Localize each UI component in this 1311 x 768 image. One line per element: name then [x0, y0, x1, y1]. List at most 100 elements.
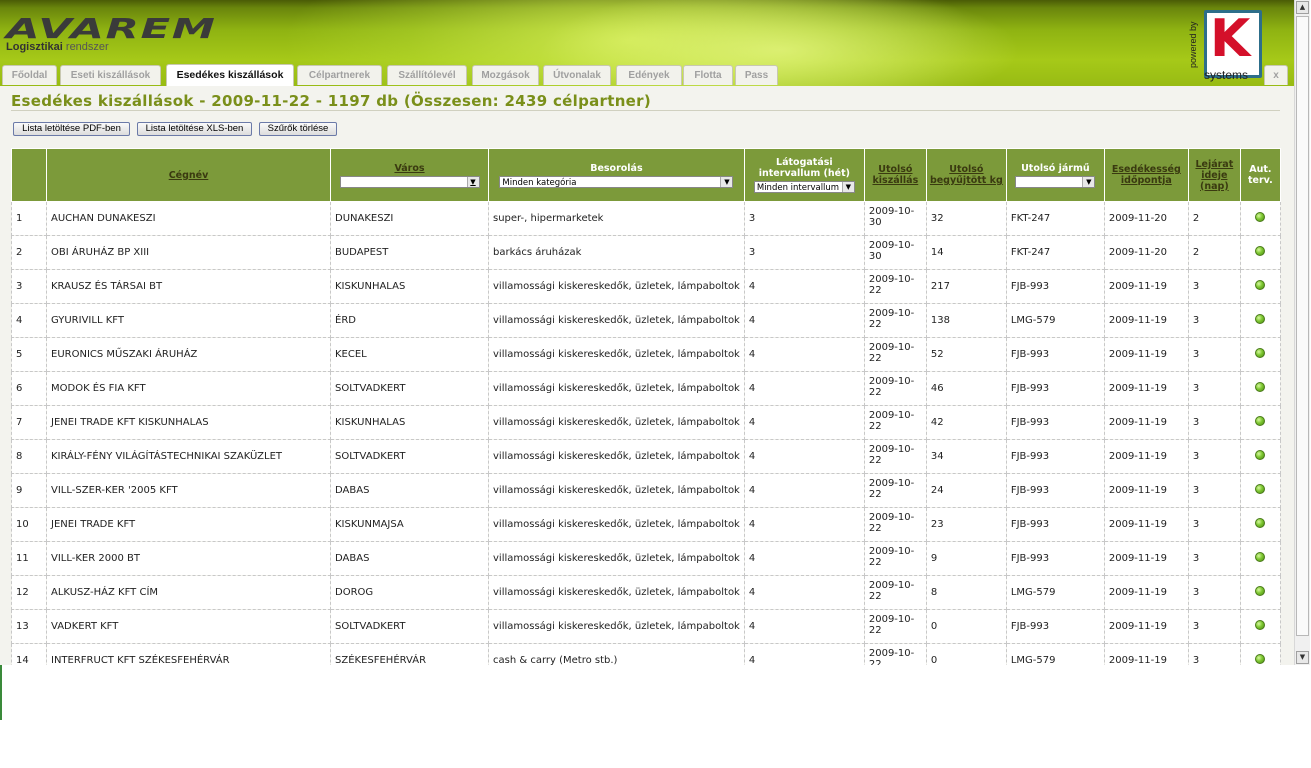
tab-2[interactable]: Esedékes kiszállások	[166, 64, 294, 86]
tab-1[interactable]: Eseti kiszállások	[60, 65, 161, 85]
table-row[interactable]: 10 JENEI TRADE KFT KISKUNMAJSA villamossági…	[11, 507, 1281, 542]
category-cell: villamossági kiskereskedők, üzletek, lám…	[488, 303, 745, 338]
scrollbar-thumb[interactable]	[1296, 16, 1309, 636]
city-filter-select[interactable]: ▼	[339, 175, 480, 188]
row-number-cell: 6	[11, 371, 47, 406]
table-row[interactable]: 5 EURONICS MŰSZAKI ÁRUHÁZ KECEL villamosság…	[11, 337, 1281, 372]
last-visit-date-cell: 2009-10-22	[863, 303, 927, 338]
status-dot-icon[interactable]	[1255, 518, 1266, 528]
due-date-cell: 2009-11-19	[1103, 303, 1189, 338]
status-dot-icon[interactable]	[1255, 450, 1266, 460]
category-filter-select[interactable]: Minden kategória ▼	[499, 175, 734, 188]
status-dot-icon[interactable]	[1255, 484, 1266, 494]
scroll-down-icon[interactable]: ▼	[1296, 651, 1309, 664]
col-header-name[interactable]: Cégnév	[46, 148, 331, 202]
clear-filters-button[interactable]: Szűrők törlése	[259, 122, 337, 136]
expiry-days-cell: 3	[1187, 269, 1241, 304]
status-dot-icon[interactable]	[1255, 348, 1266, 358]
chevron-down-icon[interactable]: ▼	[466, 176, 479, 187]
last-kg-cell: 23	[925, 507, 1007, 542]
status-dot-icon[interactable]	[1255, 280, 1266, 290]
col-header-expiry-label[interactable]: Lejárat ideje (nap)	[1195, 159, 1233, 192]
auto-plan-cell	[1239, 201, 1281, 236]
table-row[interactable]: 9 VILL-SZER-KER '2005 KFT DABAS villamosság…	[11, 473, 1281, 508]
interval-cell: 4	[743, 371, 865, 406]
col-header-last-kg[interactable]: Utolsó begyűjtött kg	[925, 148, 1007, 202]
table-row[interactable]: 1 AUCHAN DUNAKESZI DUNAKESZI super-, hiperm…	[11, 201, 1281, 236]
due-date-cell: 2009-11-19	[1103, 439, 1189, 474]
due-date-cell: 2009-11-19	[1103, 371, 1189, 406]
last-visit-date-cell: 2009-10-22	[863, 405, 927, 440]
status-dot-icon[interactable]	[1255, 314, 1266, 324]
col-header-due-label[interactable]: Esedékesség időpontja	[1112, 164, 1181, 186]
col-header-expiry[interactable]: Lejárat ideje (nap)	[1187, 148, 1241, 202]
vertical-scrollbar[interactable]: ▲ ▼	[1294, 0, 1310, 665]
city-cell: SOLTVADKERT	[330, 609, 489, 644]
row-number-cell: 5	[11, 337, 47, 372]
col-header-name-label[interactable]: Cégnév	[169, 170, 209, 181]
tab-6[interactable]: Útvonalak	[543, 65, 611, 85]
auto-plan-cell	[1239, 643, 1281, 665]
table-row[interactable]: 7 JENEI TRADE KFT KISKUNHALAS KISKUNHALAS v…	[11, 405, 1281, 440]
tab-0[interactable]: Főoldal	[2, 65, 57, 85]
status-dot-icon[interactable]	[1255, 382, 1266, 392]
vehicle-plate-cell: FJB-993	[1005, 269, 1105, 304]
tab-9[interactable]: Pass	[735, 65, 778, 85]
status-dot-icon[interactable]	[1255, 620, 1266, 630]
status-dot-icon[interactable]	[1255, 552, 1266, 562]
interval-cell: 4	[743, 609, 865, 644]
status-dot-icon[interactable]	[1255, 212, 1266, 222]
tab-8[interactable]: Flotta	[683, 65, 733, 85]
status-dot-icon[interactable]	[1255, 246, 1266, 256]
category-cell: villamossági kiskereskedők, üzletek, lám…	[488, 371, 745, 406]
last-visit-date-cell: 2009-10-22	[863, 507, 927, 542]
tab-3[interactable]: Célpartnerek	[297, 65, 382, 85]
chevron-down-icon[interactable]: ▼	[841, 182, 854, 192]
vehicle-filter-select[interactable]: ▼	[1015, 175, 1096, 188]
main-tabs: Főoldal Eseti kiszállások Esedékes kiszáll…	[0, 64, 1294, 86]
tab-4[interactable]: Szállítólevél	[387, 65, 467, 85]
last-kg-cell: 42	[925, 405, 1007, 440]
col-header-last-visit[interactable]: Utolsó kiszállás	[863, 148, 927, 202]
expiry-days-cell: 3	[1187, 473, 1241, 508]
category-cell: villamossági kiskereskedők, üzletek, lám…	[488, 473, 745, 508]
table-row[interactable]: 14 INTERFRUCT KFT SZÉKESFEHÉRVÁR SZÉKESFEH…	[11, 643, 1281, 665]
table-row[interactable]: 4 GYURIVILL KFT ÉRD villamossági kiskereske…	[11, 303, 1281, 338]
due-date-cell: 2009-11-19	[1103, 405, 1189, 440]
table-row[interactable]: 12 ALKUSZ-HÁZ KFT CÍM DOROG villamossági ki…	[11, 575, 1281, 610]
row-number-cell: 13	[11, 609, 47, 644]
company-name-cell: INTERFRUCT KFT SZÉKESFEHÉRVÁR	[46, 643, 331, 665]
download-xls-button[interactable]: Lista letöltése XLS-ben	[137, 122, 252, 136]
powered-by-label: powered by	[1188, 21, 1198, 68]
chevron-down-icon[interactable]: ▼	[1082, 176, 1095, 187]
col-header-last-kg-label[interactable]: Utolsó begyűjtött kg	[930, 164, 1003, 186]
table-row[interactable]: 8 KIRÁLY-FÉNY VILÁGÍTÁSTECHNIKAI SZAKÜZLE…	[11, 439, 1281, 474]
col-header-last-visit-label[interactable]: Utolsó kiszállás	[872, 164, 918, 186]
table-row[interactable]: 13 VADKERT KFT SOLTVADKERT villamossági kis…	[11, 609, 1281, 644]
col-header-city-label[interactable]: Város	[394, 163, 424, 174]
interval-cell: 4	[743, 269, 865, 304]
status-dot-icon[interactable]	[1255, 586, 1266, 596]
auto-plan-cell	[1239, 507, 1281, 542]
download-pdf-button[interactable]: Lista letöltése PDF-ben	[13, 122, 130, 136]
table-row[interactable]: 11 VILL-KER 2000 BT DABAS villamossági kisk…	[11, 541, 1281, 576]
table-row[interactable]: 2 OBI ÁRUHÁZ BP XIII BUDAPEST barkács áruhá…	[11, 235, 1281, 270]
col-header-due[interactable]: Esedékesség időpontja	[1103, 148, 1189, 202]
table-row[interactable]: 3 KRAUSZ ÉS TÁRSAI BT KISKUNHALAS villamoss…	[11, 269, 1281, 304]
row-number-cell: 3	[11, 269, 47, 304]
auto-plan-cell	[1239, 473, 1281, 508]
city-cell: DOROG	[330, 575, 489, 610]
chevron-down-icon[interactable]: ▼	[720, 176, 733, 187]
interval-cell: 4	[743, 643, 865, 665]
tab-5[interactable]: Mozgások	[472, 65, 539, 85]
table-row[interactable]: 6 MODOK ÉS FIA KFT SOLTVADKERT villamossági…	[11, 371, 1281, 406]
status-dot-icon[interactable]	[1255, 416, 1266, 426]
interval-filter-select[interactable]: Minden intervallum ▼	[753, 181, 855, 193]
close-tab-button[interactable]: x	[1264, 65, 1288, 85]
scroll-up-icon[interactable]: ▲	[1296, 1, 1309, 14]
interval-cell: 4	[743, 439, 865, 474]
tab-7[interactable]: Edények	[616, 65, 682, 85]
vehicle-plate-cell: FJB-993	[1005, 609, 1105, 644]
status-dot-icon[interactable]	[1255, 654, 1266, 664]
auto-plan-cell	[1239, 269, 1281, 304]
